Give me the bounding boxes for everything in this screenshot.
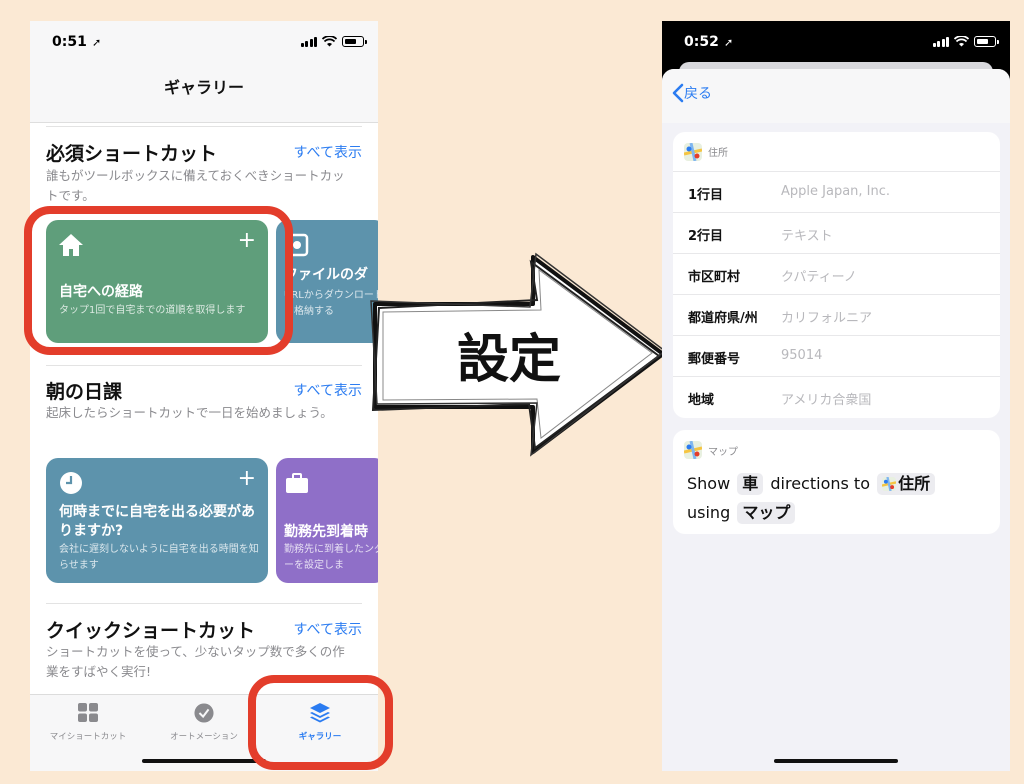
page-title: ギャラリー [163, 78, 244, 97]
chevron-left-icon [672, 83, 684, 103]
status-time: 0:52 [684, 34, 719, 50]
row-label: 市区町村 [688, 270, 741, 285]
row-label: 郵便番号 [688, 352, 741, 367]
battery-icon [342, 36, 367, 47]
tab-label: マイショートカット [49, 732, 127, 742]
status-bar: 0:51 ➚ [30, 21, 378, 65]
maps-app-icon [684, 142, 702, 161]
destination-token[interactable]: 住所 [877, 473, 936, 495]
address-card-header: 住所 [673, 132, 1000, 172]
maps-card-title: マップ [708, 446, 738, 458]
tab-label: オートメーション [170, 732, 238, 742]
signal-icon [932, 36, 949, 47]
nav-bar: 戻る [662, 69, 1010, 123]
address-row-region[interactable]: 地域 アメリカ合衆国 [673, 377, 1000, 418]
status-icons [300, 36, 367, 47]
card-desc: 勤務先に到着したンダーを設定しま [284, 544, 378, 571]
nav-bar: ギャラリー [30, 65, 378, 123]
status-time: 0:51 [52, 34, 87, 50]
text-directions-to: directions to [770, 474, 870, 493]
gallery-screen: 0:51 ➚ ギャラリー 必須ショートカット すべて表示 誰もがツールボックスに… [30, 21, 378, 771]
address-row-city[interactable]: 市区町村 クパティーノ [673, 254, 1000, 295]
address-row-state[interactable]: 都道府県/州 カリフォルニア [673, 295, 1000, 336]
row-value[interactable]: クパティーノ [781, 266, 857, 285]
home-indicator [774, 759, 898, 763]
back-button[interactable]: 戻る [672, 83, 712, 103]
add-shortcut-button[interactable]: + [238, 468, 256, 490]
address-row-line1[interactable]: 1行目 Apple Japan, Inc. [673, 172, 1000, 213]
maps-app-icon [684, 441, 702, 459]
clock-icon [60, 472, 82, 494]
signal-icon [300, 36, 317, 47]
wifi-icon [322, 36, 337, 47]
briefcase-icon [286, 473, 308, 493]
tab-automation[interactable]: オートメーション [149, 703, 259, 742]
card-title: 勤務先到着時 [284, 524, 368, 540]
see-all-morning-link[interactable]: すべて表示 [294, 380, 362, 400]
arrow-graphic: 設定 [370, 252, 667, 457]
row-label: 都道府県/州 [688, 311, 758, 326]
section-desc-morning: 起床したらショートカットで一日を始めましょう。 [46, 405, 333, 420]
grid-icon [78, 703, 98, 722]
section-title-essential: 必須ショートカット [46, 143, 218, 165]
home-indicator [142, 759, 266, 763]
maps-action-sentence: Show 車 directions to 住所 using マップ [673, 459, 1000, 527]
highlight-card-ring [24, 206, 293, 355]
text-using: using [687, 503, 731, 522]
address-card-title: 住所 [708, 148, 728, 159]
maps-action-card: マップ Show 車 directions to 住所 using マップ [673, 430, 1000, 534]
tab-my-shortcuts[interactable]: マイショートカット [33, 703, 143, 742]
arrow-label: 設定 [457, 330, 561, 390]
address-row-line2[interactable]: 2行目 テキスト [673, 213, 1000, 254]
transport-mode-token[interactable]: 車 [737, 473, 764, 495]
section-divider [46, 126, 362, 127]
maps-app-icon [882, 477, 897, 491]
wifi-icon [954, 36, 969, 47]
section-divider [46, 603, 362, 604]
see-all-quick-link[interactable]: すべて表示 [294, 619, 362, 639]
battery-icon [974, 36, 999, 47]
highlight-tab-ring [248, 675, 393, 770]
shortcut-card-leave-home[interactable]: + 何時までに自宅を出る必要がありますか? 会社に遅刻しないように自宅を出る時間… [46, 458, 268, 583]
check-circle-icon [194, 703, 214, 723]
card-title: 何時までに自宅を出る必要がありますか? [59, 504, 255, 539]
see-all-essential-link[interactable]: すべて表示 [294, 142, 362, 162]
shortcut-card-arrive-work[interactable]: 勤務先到着時 勤務先に到着したンダーを設定しま [276, 458, 378, 583]
row-value[interactable]: アメリカ合衆国 [781, 389, 871, 408]
app-token[interactable]: マップ [737, 502, 796, 524]
address-row-zip[interactable]: 郵便番号 95014 [673, 336, 1000, 377]
row-value[interactable]: テキスト [781, 225, 833, 244]
row-label: 2行目 [688, 229, 724, 244]
back-label: 戻る [684, 86, 712, 102]
address-action-card: 住所 1行目 Apple Japan, Inc. 2行目 テキスト 市区町村 クパティ… [673, 132, 1000, 418]
section-title-morning: 朝の日課 [46, 381, 123, 403]
text-show: Show [687, 474, 731, 493]
location-arrow-icon: ➚ [92, 36, 102, 49]
card-desc: URLからダウンロードに格納する [284, 290, 378, 317]
section-divider [46, 365, 362, 366]
location-arrow-icon: ➚ [724, 36, 734, 49]
status-icons [932, 36, 999, 47]
row-value[interactable]: Apple Japan, Inc. [781, 184, 890, 199]
maps-card-header: マップ [673, 430, 1000, 459]
card-title: ファイルのダ [284, 267, 368, 283]
section-title-quick: クイックショートカット [46, 620, 256, 642]
address-editor-screen: 0:52 ➚ 戻る 住所 1行目 Apple Japan, Inc. 2行目 テキス… [662, 21, 1010, 771]
row-value[interactable]: カリフォルニア [781, 307, 872, 326]
destination-label: 住所 [898, 474, 931, 493]
row-value[interactable]: 95014 [781, 348, 822, 363]
section-desc-essential: 誰もがツールボックスに備えておくべきショートカットです。 [46, 168, 345, 203]
row-label: 1行目 [688, 188, 724, 203]
card-desc: 会社に遅刻しないように自宅を出る時間を知らせます [59, 544, 259, 571]
row-label: 地域 [688, 393, 715, 408]
